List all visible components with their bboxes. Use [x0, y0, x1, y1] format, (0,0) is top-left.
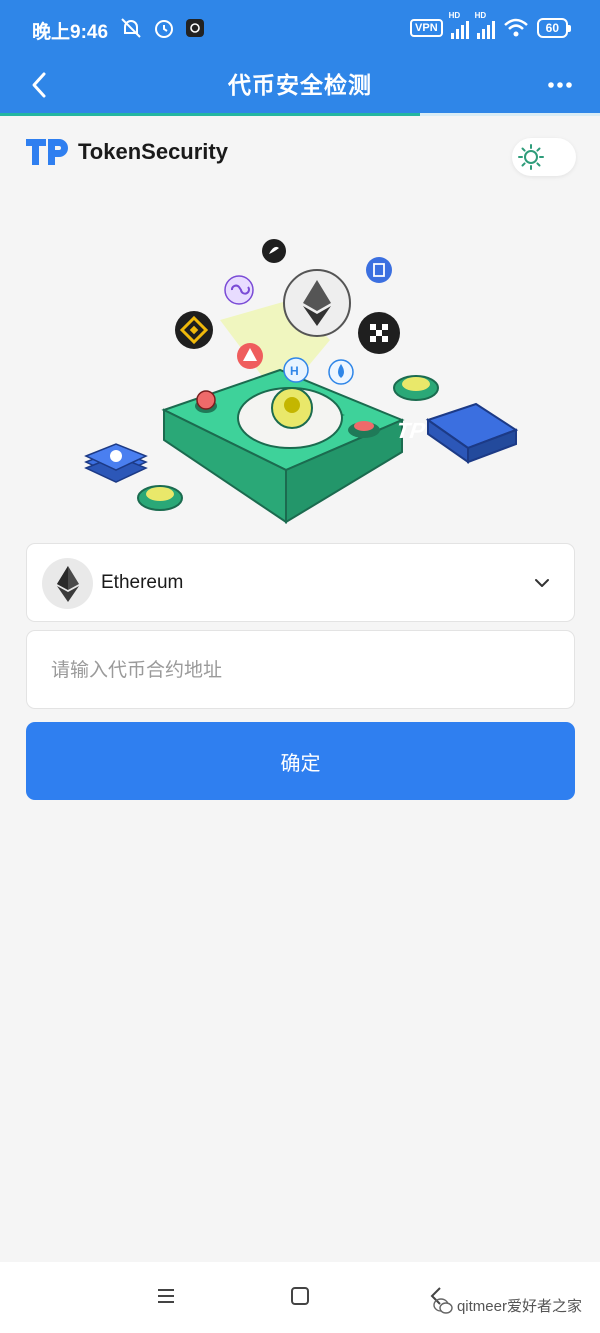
battery-indicator: 60 [536, 18, 572, 38]
status-notification-icons [118, 15, 206, 41]
polygon-token-icon [224, 275, 254, 305]
status-system-icons: VPN HD HD 60 [410, 11, 572, 39]
alarm-icon [155, 20, 173, 38]
ethereum-token-icon [283, 269, 351, 337]
app-header: 代币安全检测 [0, 58, 600, 113]
selected-chain-label: Ethereum [101, 572, 184, 593]
ethereum-icon [42, 558, 93, 609]
wechat-icon [433, 1297, 453, 1314]
status-bar: 晚上9:46 VPN HD HD 60 [0, 0, 600, 58]
liquid-token-icon [328, 359, 354, 385]
tp-cube-badge: TP [393, 402, 519, 464]
signal-1-icon: HD [449, 11, 469, 39]
hedera-token-icon: H [283, 357, 309, 383]
theme-toggle-button[interactable] [512, 138, 576, 176]
sun-icon [518, 144, 544, 170]
muted-bell-icon [121, 18, 141, 38]
contract-address-input[interactable] [26, 630, 575, 709]
page-load-progress [0, 113, 600, 116]
avalanche-token-icon [237, 343, 263, 369]
okx-token-icon [358, 312, 400, 354]
app-notification-icon [186, 19, 204, 37]
chain-selector[interactable]: Ethereum [26, 543, 575, 622]
dark-token-icon [262, 239, 286, 263]
tp-logo-icon [26, 139, 68, 165]
wifi-icon [503, 18, 528, 37]
signal-2-icon: HD [475, 11, 495, 39]
scanner-platform [161, 368, 405, 524]
hero-illustration: TP H [84, 239, 519, 524]
more-dots-icon[interactable] [546, 72, 574, 98]
watermark: qitmeer爱好者之家 [433, 1295, 582, 1316]
watermark-text: qitmeer爱好者之家 [456, 1298, 582, 1315]
status-time: 晚上9:46 [32, 22, 109, 43]
stacked-coins [84, 443, 148, 483]
binance-token-icon [175, 311, 213, 349]
svg-text:H: H [290, 364, 299, 378]
chevron-down-icon [535, 579, 549, 587]
confirm-button[interactable]: 确定 [26, 722, 575, 800]
brand-header: TokenSecurity [26, 137, 228, 167]
progress-fill [0, 113, 420, 116]
page-title: 代币安全检测 [228, 72, 372, 98]
brand-name: TokenSecurity [78, 139, 228, 164]
home-square-icon[interactable] [290, 1286, 310, 1306]
vpn-badge: VPN [410, 19, 443, 37]
fantom-token-icon [366, 257, 392, 283]
menu-icon[interactable] [156, 1286, 176, 1306]
